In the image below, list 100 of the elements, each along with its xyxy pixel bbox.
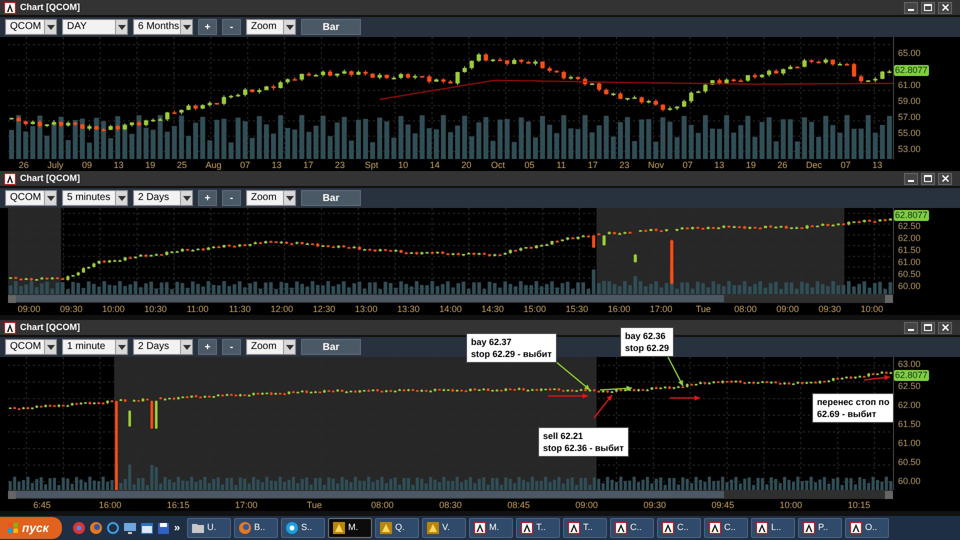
- save-icon[interactable]: [158, 522, 169, 534]
- time-axis-label: 13: [112, 159, 125, 171]
- time-axis-label: 17:00: [234, 499, 259, 511]
- more-icons-button[interactable]: »: [174, 520, 180, 536]
- time-axis-label: 13: [270, 159, 283, 171]
- minimize-icon[interactable]: [904, 322, 918, 334]
- time-axis-label: 11:30: [228, 303, 252, 315]
- time-axis-label: 09:30: [58, 303, 84, 315]
- time-axis-label: Nov: [646, 159, 665, 171]
- zoom-in-button[interactable]: +: [198, 190, 217, 206]
- scrollbar[interactable]: [8, 490, 893, 499]
- scrollbar[interactable]: [8, 294, 893, 303]
- taskbar-item[interactable]: L..: [751, 518, 796, 538]
- time-axis-label: 23: [618, 159, 630, 171]
- app-icon: [380, 522, 392, 534]
- close-icon[interactable]: [938, 172, 952, 184]
- annotation-note: bay 62.37 stop 62.29 - выбит: [466, 333, 557, 363]
- time-axis-label: 15:30: [564, 303, 590, 315]
- last-price-tag: 62.8077: [894, 370, 929, 381]
- zoom-out-button[interactable]: -: [222, 19, 241, 35]
- price-axis-label: 61.00: [898, 257, 921, 267]
- price-axis-label: 63.00: [898, 359, 921, 369]
- close-icon[interactable]: [938, 2, 952, 14]
- window-title: Chart [QCOM]: [20, 0, 80, 14]
- taskbar-item[interactable]: V.: [422, 518, 466, 538]
- time-axis-label: 6:45: [32, 499, 52, 511]
- time-axis-label: 13:00: [354, 303, 378, 315]
- close-icon[interactable]: [938, 322, 952, 334]
- chart-style-button[interactable]: Bar: [301, 339, 361, 355]
- time-axis-label: July: [46, 159, 64, 171]
- taskbar-item[interactable]: T..: [563, 518, 608, 538]
- zoom-out-button[interactable]: -: [222, 339, 241, 355]
- price-axis-label: 61.50: [898, 419, 921, 429]
- app-icon: [333, 522, 346, 534]
- time-axis-label: 09:00: [574, 499, 599, 511]
- window-icon[interactable]: [141, 522, 153, 534]
- taskbar-item[interactable]: T..: [516, 518, 560, 538]
- interval-dropdown[interactable]: DAY: [62, 19, 128, 35]
- time-axis-label: 09:45: [710, 499, 736, 511]
- range-dropdown[interactable]: 6 Months: [133, 19, 193, 35]
- taskbar-item[interactable]: S..: [281, 518, 326, 538]
- price-axis-label: 55.00: [898, 128, 921, 138]
- time-axis-label: 16:15: [166, 499, 190, 511]
- taskbar-item[interactable]: C..: [704, 518, 748, 538]
- time-axis-label: 14:30: [480, 303, 505, 315]
- zoom-in-button[interactable]: +: [198, 339, 217, 355]
- zoom-out-button[interactable]: -: [222, 190, 241, 206]
- app-logo-icon: [756, 522, 768, 534]
- zoom-dropdown[interactable]: Zoom: [246, 19, 296, 35]
- time-axis-label: 05: [524, 159, 536, 171]
- time-axis-label: 16:00: [98, 499, 122, 511]
- time-axis-label: 17:00: [648, 303, 674, 315]
- time-axis-label: Tue: [306, 499, 323, 511]
- start-button[interactable]: пуск: [0, 517, 62, 539]
- browser-icon[interactable]: [73, 522, 85, 534]
- zoom-dropdown[interactable]: Zoom: [246, 190, 296, 206]
- taskbar-item[interactable]: M.: [328, 518, 372, 538]
- browser-icon[interactable]: [107, 522, 119, 534]
- taskbar-item[interactable]: C..: [657, 518, 702, 538]
- chart-style-button[interactable]: Bar: [301, 19, 361, 35]
- minimize-icon[interactable]: [904, 172, 918, 184]
- taskbar-item[interactable]: U.: [187, 518, 232, 538]
- taskbar-item[interactable]: P..: [798, 518, 842, 538]
- maximize-icon[interactable]: [921, 2, 935, 14]
- price-axis-label: 62.50: [898, 221, 921, 231]
- maximize-icon[interactable]: [921, 172, 935, 184]
- app-logo-icon: [568, 522, 580, 534]
- time-axis-label: 23: [334, 159, 346, 171]
- range-dropdown[interactable]: 2 Days: [133, 190, 193, 206]
- chart-style-button[interactable]: Bar: [301, 190, 361, 206]
- zoom-dropdown[interactable]: Zoom: [246, 339, 296, 355]
- time-axis-label: 10:00: [860, 303, 884, 315]
- symbol-dropdown[interactable]: QCOM: [5, 190, 57, 206]
- taskbar-item[interactable]: B..: [234, 518, 278, 538]
- time-axis-label: 13:30: [396, 303, 421, 315]
- taskbar-item[interactable]: M.: [469, 518, 514, 538]
- time-axis-label: 16:00: [606, 303, 632, 315]
- interval-dropdown[interactable]: 5 minutes: [62, 190, 128, 206]
- interval-dropdown[interactable]: 1 minute: [62, 339, 128, 355]
- time-axis-label: 11: [555, 159, 567, 171]
- maximize-icon[interactable]: [921, 322, 935, 334]
- symbol-dropdown[interactable]: QCOM: [5, 339, 57, 355]
- minimize-icon[interactable]: [904, 2, 918, 14]
- range-dropdown[interactable]: 2 Days: [133, 339, 193, 355]
- zoom-in-button[interactable]: +: [198, 19, 217, 35]
- price-axis-label: 62.50: [898, 381, 921, 391]
- taskbar-item[interactable]: Q.: [375, 518, 420, 538]
- taskbar-item[interactable]: O..: [845, 518, 890, 538]
- arrow: [670, 395, 700, 401]
- symbol-dropdown[interactable]: QCOM: [5, 19, 57, 35]
- desktop-icon[interactable]: [124, 522, 136, 534]
- taskbar-item[interactable]: C..: [610, 518, 654, 538]
- app-logo-icon: [850, 522, 862, 534]
- app-logo-icon: [521, 522, 534, 534]
- app-logo-icon: [662, 522, 674, 534]
- time-axis-label: 14:00: [438, 303, 463, 315]
- window-title: Chart [QCOM]: [20, 172, 80, 185]
- time-axis-label: 09:00: [775, 303, 800, 315]
- browser-icon[interactable]: [90, 522, 102, 534]
- time-axis-label: Dec: [805, 159, 824, 171]
